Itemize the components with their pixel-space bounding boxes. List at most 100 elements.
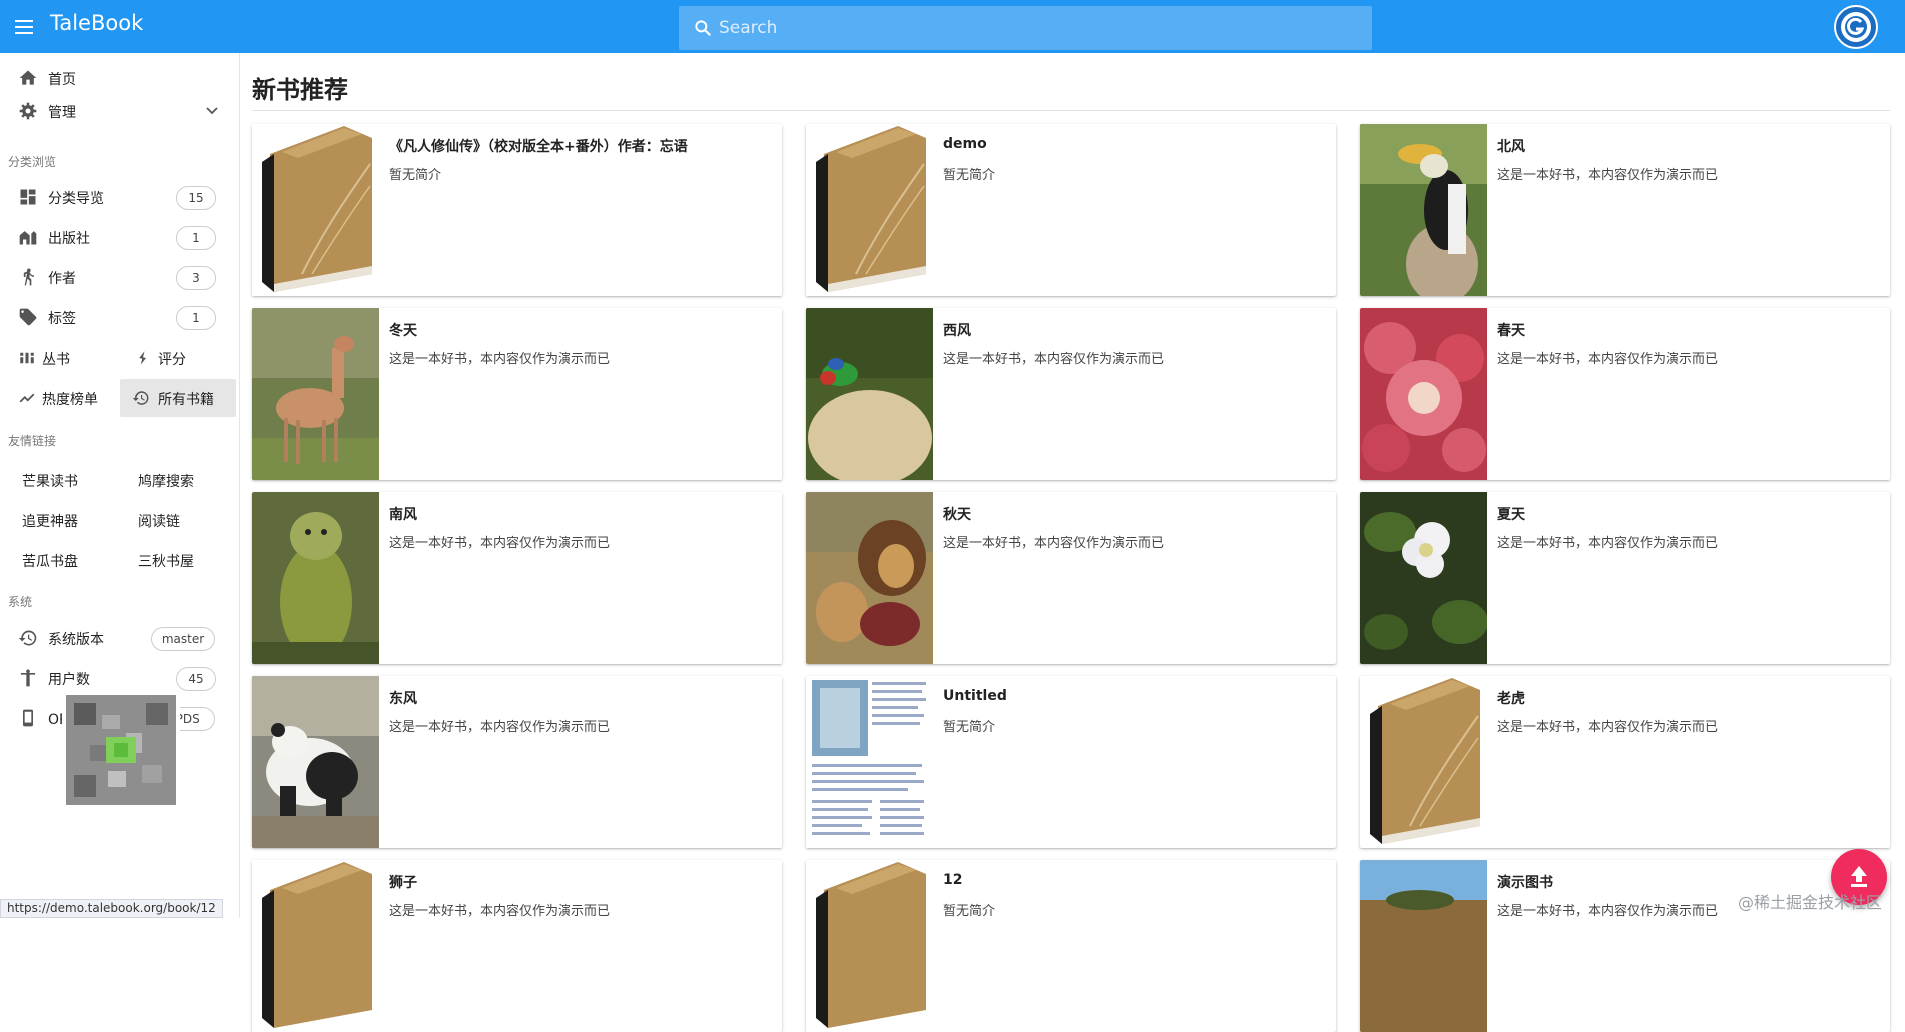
count-badge: 3 [176,266,216,290]
book-cover [1360,492,1487,664]
sidebar-item-categories[interactable]: 分类导览 15 [0,177,240,217]
sidebar-item-admin[interactable]: 管理 [0,91,240,131]
sidebar-item-label: 所有书籍 [158,392,214,408]
friend-link[interactable]: 阅读链 [138,511,180,531]
dashboard-icon [20,189,36,205]
friend-link[interactable]: 鸠摩搜索 [138,471,194,491]
book-title[interactable]: 冬天 [389,320,417,340]
phone-icon [23,709,33,727]
book-description: 暂无简介 [389,168,442,183]
watermark: @稀土掘金技术社区 [1738,893,1883,912]
book-cover [1360,676,1487,848]
book-card[interactable]: demo 暂无简介 [806,124,1336,296]
sidebar-item-version[interactable]: 系统版本 master [0,618,240,658]
book-card[interactable]: 狮子 这是一本好书，本内容仅作为演示而已 [252,860,782,1032]
book-card[interactable]: 北风 这是一本好书，本内容仅作为演示而已 [1360,124,1890,296]
book-title[interactable]: 老虎 [1497,688,1525,708]
sidebar-item-label: 系统版本 [48,632,104,648]
book-description: 暂无简介 [943,168,996,183]
book-card[interactable]: 老虎 这是一本好书，本内容仅作为演示而已 [1360,676,1890,848]
book-title[interactable]: 夏天 [1497,504,1525,524]
book-description: 这是一本好书，本内容仅作为演示而已 [389,536,611,551]
sidebar-item-rating[interactable]: 评分 [122,339,234,377]
rating-icon [139,351,146,365]
book-title[interactable]: 12 [943,872,962,888]
book-card[interactable]: Untitled 暂无简介 [806,676,1336,848]
book-card[interactable]: 12 暂无简介 [806,860,1336,1032]
friend-link[interactable]: 苦瓜书盘 [22,551,78,571]
section-header-friends: 友情链接 [8,434,57,448]
book-description: 暂无简介 [943,904,996,919]
book-card[interactable]: 西风 这是一本好书，本内容仅作为演示而已 [806,308,1336,480]
book-description: 这是一本好书，本内容仅作为演示而已 [389,352,611,367]
book-title[interactable]: 秋天 [943,504,971,524]
book-description: 这是一本好书，本内容仅作为演示而已 [1497,352,1719,367]
book-title[interactable]: 狮子 [389,872,417,892]
trending-up-icon [19,393,35,403]
sidebar-item-publishers[interactable]: 出版社 1 [0,217,240,257]
book-card[interactable]: 春天 这是一本好书，本内容仅作为演示而已 [1360,308,1890,480]
count-badge: 45 [176,667,216,691]
count-badge: 1 [176,226,216,250]
book-card[interactable]: 《凡人修仙传》（校对版全本+番外）作者：忘语 暂无简介 [252,124,782,296]
sidebar-item-label: 分类导览 [48,191,104,207]
status-bar-url: https://demo.talebook.org/book/12 [0,899,223,918]
book-description: 这是一本好书，本内容仅作为演示而已 [943,352,1165,367]
sidebar-item-hot[interactable]: 热度榜单 [6,379,116,417]
book-cover [806,676,933,848]
sidebar-item-label: 标签 [48,311,76,327]
count-badge: 15 [176,186,216,210]
search-icon [695,20,711,36]
friend-link[interactable]: 三秋书屋 [138,551,194,571]
search-input[interactable] [719,14,1359,42]
book-description: 这是一本好书，本内容仅作为演示而已 [1497,168,1719,183]
book-card[interactable]: 夏天 这是一本好书，本内容仅作为演示而已 [1360,492,1890,664]
book-card[interactable]: 秋天 这是一本好书，本内容仅作为演示而已 [806,492,1336,664]
book-cover [1360,124,1487,296]
book-description: 这是一本好书，本内容仅作为演示而已 [1497,904,1719,919]
book-title[interactable]: 《凡人修仙传》（校对版全本+番外）作者：忘语 [389,136,688,156]
tag-icon [19,308,37,326]
sidebar-item-series[interactable]: 丛书 [6,339,116,377]
sidebar-item-authors[interactable]: 作者 3 [0,257,240,297]
section-header-system: 系统 [8,595,33,609]
sidebar-item-label: 丛书 [42,352,70,368]
avatar[interactable] [1834,5,1878,49]
sidebar-item-label: 评分 [158,352,186,368]
book-title[interactable]: demo [943,136,987,152]
sidebar-item-all-books[interactable]: 所有书籍 [120,379,236,417]
book-title[interactable]: 东风 [389,688,417,708]
book-title[interactable]: Untitled [943,688,1007,704]
app-title[interactable]: TaleBook [50,11,143,35]
friend-link[interactable]: 芒果读书 [22,471,78,491]
history-icon [132,391,149,405]
friend-link[interactable]: 追更神器 [22,511,78,531]
count-badge: 1 [176,306,216,330]
book-cover [252,860,379,1032]
book-title[interactable]: 西风 [943,320,971,340]
menu-icon[interactable] [8,11,40,43]
book-cover [806,860,933,1032]
book-card[interactable]: 冬天 这是一本好书，本内容仅作为演示而已 [252,308,782,480]
book-title[interactable]: 春天 [1497,320,1525,340]
book-description: 这是一本好书，本内容仅作为演示而已 [943,536,1165,551]
search-box[interactable] [679,6,1372,50]
book-card[interactable]: 南风 这是一本好书，本内容仅作为演示而已 [252,492,782,664]
sidebar-item-label: 管理 [48,105,76,121]
book-title[interactable]: 北风 [1497,136,1525,156]
sidebar-item-label: 热度榜单 [42,392,98,408]
sidebar-item-tags[interactable]: 标签 1 [0,297,240,337]
book-description: 这是一本好书，本内容仅作为演示而已 [1497,536,1719,551]
book-card[interactable]: 演示图书 这是一本好书，本内容仅作为演示而已 [1360,860,1890,1032]
sidebar-item-label: 作者 [48,271,76,287]
book-card[interactable]: 东风 这是一本好书，本内容仅作为演示而已 [252,676,782,848]
book-description: 这是一本好书，本内容仅作为演示而已 [1497,720,1719,735]
sidebar: 首页 管理 分类浏览 分类导览 15 出版社 1 作者 3 标签 1 丛书 评分 [0,53,240,918]
book-title[interactable]: 南风 [389,504,417,524]
person-walk-icon [23,268,34,286]
book-cover [806,492,933,664]
book-cover [252,492,379,664]
person-icon [20,669,36,687]
book-title[interactable]: 演示图书 [1497,872,1553,892]
book-description: 暂无简介 [943,720,996,735]
